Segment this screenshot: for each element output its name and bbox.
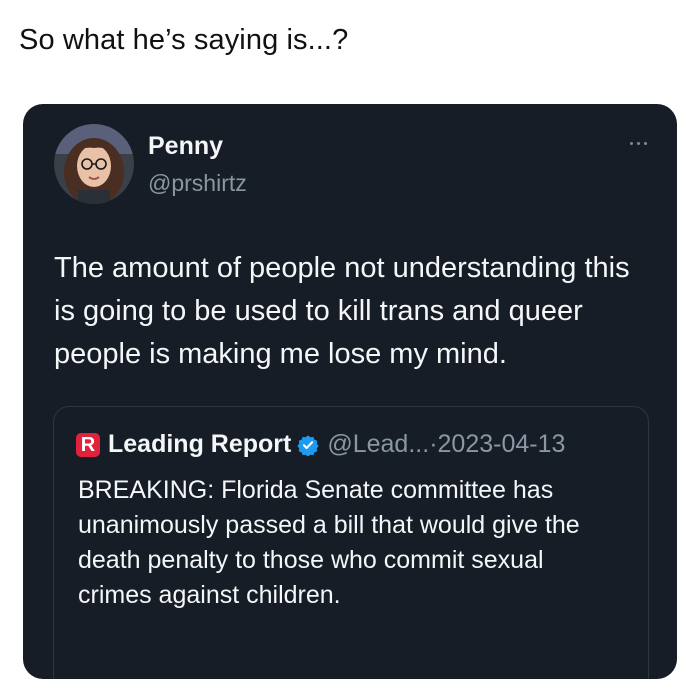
- avatar-image: [54, 124, 134, 204]
- leading-report-logo-icon: R: [76, 432, 100, 457]
- quote-author-handle[interactable]: @Lead...: [327, 430, 429, 459]
- quoted-tweet[interactable]: R Leading Report @Lead... · 2023-04-13 B…: [53, 406, 649, 679]
- post-caption: So what he’s saying is...?: [19, 24, 349, 56]
- tweet-card[interactable]: Penny @prshirtz The amount of people not…: [23, 104, 677, 679]
- avatar[interactable]: [54, 124, 134, 204]
- tweet-text: The amount of people not understanding t…: [54, 252, 630, 370]
- author-handle[interactable]: @prshirtz: [148, 170, 247, 197]
- author-name[interactable]: Penny: [148, 132, 223, 161]
- quote-date[interactable]: 2023-04-13: [438, 430, 566, 459]
- quote-text: BREAKING: Florida Senate committee has u…: [78, 476, 580, 609]
- quote-author-name[interactable]: Leading Report: [108, 430, 291, 459]
- quote-header: R Leading Report @Lead... · 2023-04-13: [76, 430, 565, 459]
- quote-separator: ·: [429, 430, 438, 458]
- more-horizontal-icon[interactable]: [630, 142, 647, 145]
- verified-badge-icon: [297, 434, 319, 456]
